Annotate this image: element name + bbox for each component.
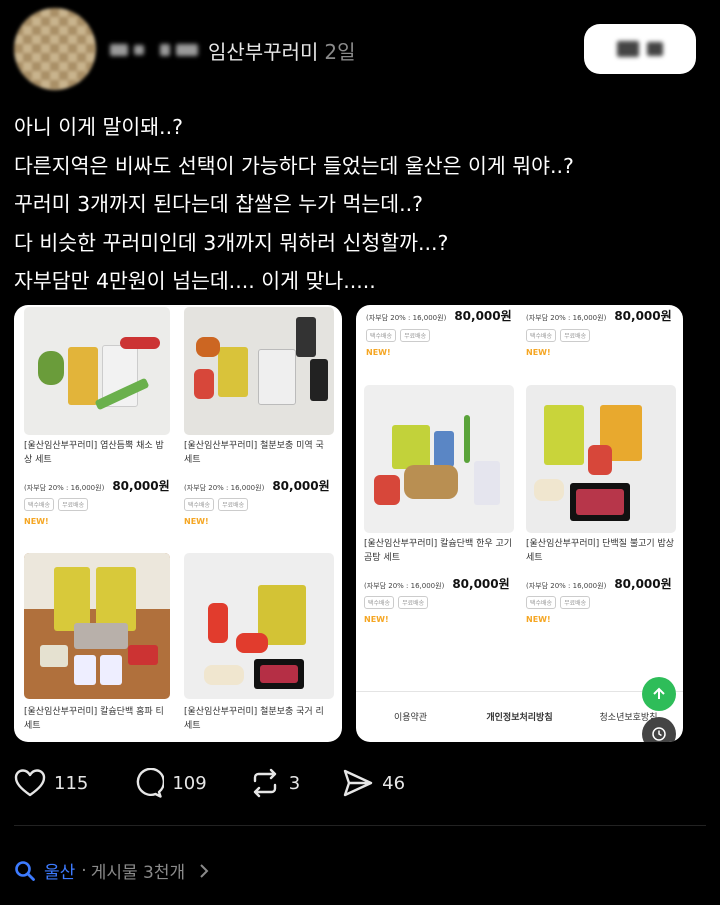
product-photo[interactable] (184, 553, 334, 699)
product-name[interactable]: [울산임산부꾸러미] 단백질 불고기 밥상 세트 (526, 537, 676, 565)
blurred-label (647, 42, 663, 56)
search-icon (15, 860, 35, 881)
copay-text: (자부담 20% : 16,000원) (364, 582, 445, 590)
follow-button[interactable] (584, 24, 696, 74)
share-button[interactable]: 46 (342, 768, 405, 798)
tag: 택수배송 (24, 498, 55, 511)
topic-name: 울산 (44, 863, 76, 883)
action-bar: 115 109 3 46 (14, 768, 405, 798)
new-badge: NEW! (364, 615, 389, 624)
price-row: (자부담 20% : 16,000원) 80,000원 (184, 477, 330, 494)
product-photo[interactable] (24, 307, 170, 435)
product-name[interactable]: [울산임산부꾸러미] 엽산듬뿍 채소 밥상 세트 (24, 439, 170, 467)
price-row: (자부담 20% : 16,000원) 80,000원 (364, 575, 510, 592)
tag-list: 택수배송 무료배송 (366, 329, 431, 342)
clock-icon (652, 727, 666, 741)
tag: 무료배송 (560, 329, 591, 342)
blurred-username[interactable] (110, 44, 128, 56)
arrow-up-icon (653, 687, 665, 699)
product-name[interactable]: [울산임산부꾸러미] 칼슘단백 홈파 티 세트 (24, 705, 170, 733)
post-line: 꾸러미 3개까지 된다는데 찹쌀은 누가 먹는데..? (14, 192, 424, 216)
price-row: (자부담 20% : 16,000원) 80,000원 (366, 307, 512, 324)
divider (14, 825, 706, 826)
product-name[interactable]: [울산임산부꾸러미] 칼슘단백 한우 고기곰탕 세트 (364, 537, 514, 565)
tag-list: 택수배송 무료배송 (526, 329, 591, 342)
like-button[interactable]: 115 (14, 768, 88, 798)
author-row: 임산부꾸러미 2일 (110, 36, 356, 65)
blurred-username (160, 44, 170, 56)
new-badge: NEW! (526, 615, 551, 624)
tag-list: 택수배송 무료배송 (24, 498, 89, 511)
tag-list: 택수배송 무료배송 (184, 498, 249, 511)
repost-icon (253, 768, 276, 798)
post-body: 아니 이게 말이돼..? 다른지역은 비싸도 선택이 가능하다 들었는데 울산은… (14, 108, 574, 301)
product-price: 80,000원 (614, 309, 672, 323)
blurred-username (176, 44, 198, 56)
copay-text: (자부담 20% : 16,000원) (24, 484, 105, 492)
chevron-right-icon (200, 863, 209, 878)
product-price: 80,000원 (272, 479, 330, 493)
blurred-username (134, 45, 144, 55)
product-price: 80,000원 (112, 479, 170, 493)
product-photo[interactable] (526, 385, 676, 533)
product-photo[interactable] (184, 307, 334, 435)
copay-text: (자부담 20% : 16,000원) (184, 484, 265, 492)
price-row: (자부담 20% : 16,000원) 80,000원 (526, 307, 672, 324)
share-count: 46 (382, 772, 406, 794)
topic-link[interactable]: 울산 · 게시물 3천개 (14, 858, 211, 883)
tag: 택수배송 (184, 498, 215, 511)
tag: 무료배송 (398, 596, 429, 609)
new-badge: NEW! (526, 348, 551, 357)
heart-icon (14, 769, 46, 797)
product-photo[interactable] (24, 553, 170, 699)
tag: 택수배송 (364, 596, 395, 609)
post-time: 2일 (324, 39, 356, 64)
product-price: 80,000원 (454, 309, 512, 323)
board-name[interactable]: 임산부꾸러미 (208, 36, 318, 65)
tag-list: 택수배송 무료배송 (364, 596, 429, 609)
tag: 택수배송 (366, 329, 397, 342)
price-row: (자부담 20% : 16,000원) 80,000원 (24, 477, 170, 494)
post-line: 아니 이게 말이돼..? (14, 115, 183, 139)
comment-button[interactable]: 109 (132, 768, 207, 798)
tag: 택수배송 (526, 329, 557, 342)
blurred-label (617, 41, 639, 57)
product-price: 80,000원 (614, 577, 672, 591)
terms-link[interactable]: 이용약관 (356, 710, 465, 723)
send-icon (343, 769, 373, 797)
post-line: 자부담만 4만원이 넘는데.... 이게 맞나..... (14, 269, 376, 293)
new-badge: NEW! (366, 348, 391, 357)
copay-text: (자부담 20% : 16,000원) (366, 314, 447, 322)
like-count: 115 (54, 772, 89, 794)
topic-post-count: 게시물 3천개 (90, 863, 186, 883)
privacy-link[interactable]: 개인정보처리방침 (465, 710, 574, 723)
avatar[interactable] (14, 8, 96, 90)
comment-count: 109 (172, 772, 207, 794)
new-badge: NEW! (24, 517, 49, 526)
copay-text: (자부담 20% : 16,000원) (526, 314, 607, 322)
copay-text: (자부담 20% : 16,000원) (526, 582, 607, 590)
product-photo[interactable] (364, 385, 514, 533)
repost-count: 3 (288, 772, 301, 794)
scroll-top-button[interactable] (642, 677, 676, 711)
attached-image-2[interactable]: (자부담 20% : 16,000원) 80,000원 택수배송 무료배송 NEW!… (356, 305, 683, 742)
tag: 무료배송 (58, 498, 89, 511)
topic-separator: · (81, 860, 87, 881)
repost-button[interactable]: 3 (249, 768, 300, 798)
site-footer-links: 이용약관 개인정보처리방침 청소년보호방침 (356, 691, 683, 740)
tag: 무료배송 (218, 498, 249, 511)
tag: 무료배송 (400, 329, 431, 342)
tag-list: 택수배송 무료배송 (526, 596, 591, 609)
product-name[interactable]: [울산임산부꾸러미] 철분보충 국거 리 세트 (184, 705, 334, 733)
product-price: 80,000원 (452, 577, 510, 591)
tag: 무료배송 (560, 596, 591, 609)
price-row: (자부담 20% : 16,000원) 80,000원 (526, 575, 672, 592)
product-name[interactable]: [울산임산부꾸러미] 철분보충 미역 국 세트 (184, 439, 334, 467)
new-badge: NEW! (184, 517, 209, 526)
comment-icon (137, 768, 165, 798)
attached-image-1[interactable]: [울산임산부꾸러미] 엽산듬뿍 채소 밥상 세트 (자부담 20% : 16,0… (14, 305, 342, 742)
post-line: 다 비슷한 꾸러미인데 3개까지 뭐하러 신청할까...? (14, 230, 449, 255)
post-line: 다른지역은 비싸도 선택이 가능하다 들었는데 울산은 이게 뭐야..? (14, 153, 574, 178)
tag: 택수배송 (526, 596, 557, 609)
